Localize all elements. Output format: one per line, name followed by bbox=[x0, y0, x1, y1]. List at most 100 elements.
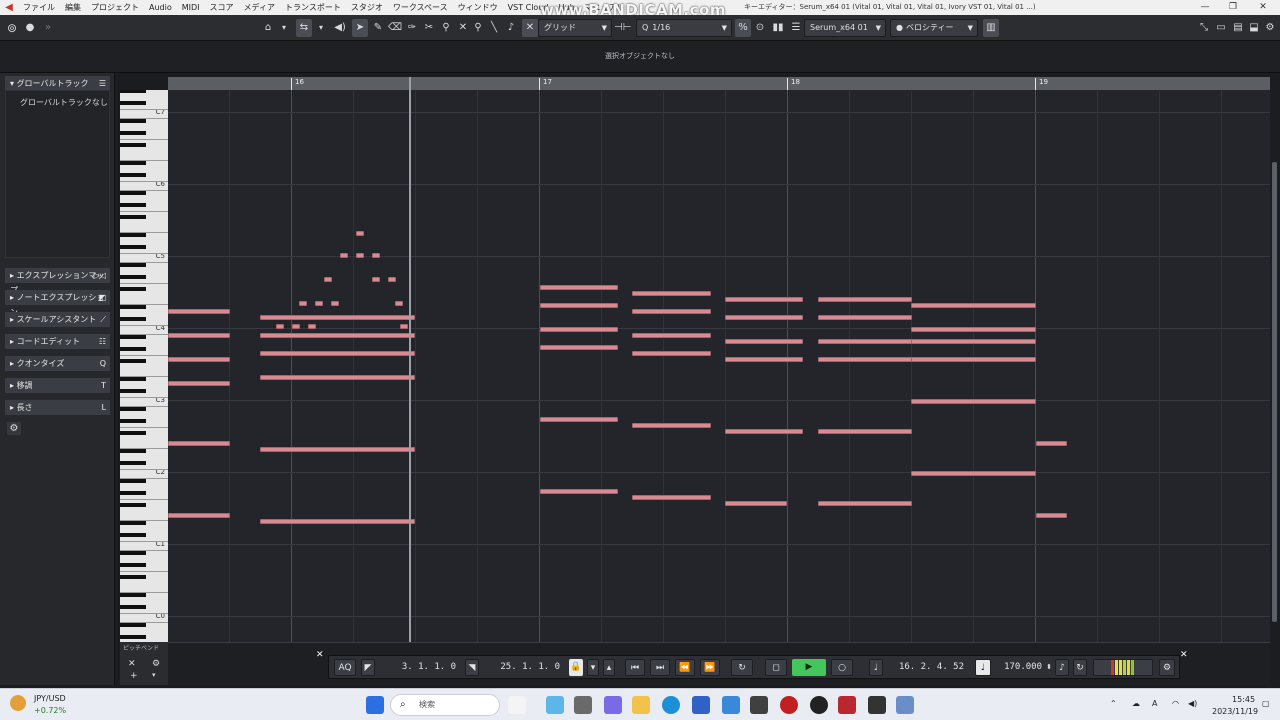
midi-note[interactable] bbox=[540, 327, 618, 332]
notification-icon[interactable]: ▢ bbox=[1262, 699, 1270, 708]
black-key[interactable] bbox=[120, 90, 146, 93]
midi-note[interactable] bbox=[292, 324, 300, 329]
midi-note[interactable] bbox=[632, 309, 711, 314]
mail-icon[interactable] bbox=[722, 696, 740, 714]
midi-note[interactable] bbox=[324, 277, 332, 282]
midi-note[interactable] bbox=[818, 339, 912, 344]
midi-note[interactable] bbox=[299, 301, 307, 306]
midi-note[interactable] bbox=[388, 277, 396, 282]
autoscroll-icon[interactable]: ⇆ bbox=[296, 19, 312, 37]
ime-icon[interactable]: A bbox=[1152, 699, 1157, 708]
tray-chevron-icon[interactable]: ⌃ bbox=[1110, 699, 1117, 708]
midi-note[interactable] bbox=[725, 357, 803, 362]
section-chord-edit[interactable]: ▸ コードエディット ☷ bbox=[5, 334, 110, 349]
set-active-part-icon[interactable]: ⊚ bbox=[4, 19, 20, 37]
expand-icon[interactable]: ⤡ bbox=[1196, 19, 1212, 37]
midi-note[interactable] bbox=[276, 324, 284, 329]
black-key[interactable] bbox=[120, 521, 146, 525]
midi-note[interactable] bbox=[308, 324, 316, 329]
midi-note[interactable] bbox=[168, 441, 230, 446]
black-key[interactable] bbox=[120, 287, 146, 291]
black-key[interactable] bbox=[120, 389, 146, 393]
solo-editor-icon[interactable]: ⌂ bbox=[260, 19, 276, 37]
menu-file[interactable]: ファイル bbox=[18, 2, 60, 13]
window-settings-icon[interactable]: ⚙ bbox=[1262, 19, 1278, 37]
midi-note[interactable] bbox=[540, 345, 618, 350]
app-icon[interactable] bbox=[750, 696, 768, 714]
iterative-quantize-icon[interactable]: % bbox=[735, 19, 751, 37]
glue-tool-icon[interactable]: ⚲ bbox=[438, 19, 454, 37]
close-transport-icon[interactable]: ✕ bbox=[316, 650, 324, 660]
midi-note[interactable] bbox=[260, 315, 415, 320]
bandicam-icon[interactable] bbox=[780, 696, 798, 714]
black-key[interactable] bbox=[120, 479, 146, 483]
right-locator-flag-icon[interactable]: ◥ bbox=[465, 659, 479, 676]
black-key[interactable] bbox=[120, 191, 146, 195]
go-to-start-icon[interactable]: ⏮ bbox=[625, 659, 645, 676]
midi-note[interactable] bbox=[356, 253, 364, 258]
black-key[interactable] bbox=[120, 275, 146, 279]
midi-note[interactable] bbox=[260, 351, 415, 356]
midi-note[interactable] bbox=[168, 513, 230, 518]
black-key[interactable] bbox=[120, 563, 146, 567]
record-icon[interactable]: ○ bbox=[831, 659, 853, 676]
midi-note[interactable] bbox=[911, 303, 1036, 308]
black-key[interactable] bbox=[120, 503, 146, 507]
play-tool-icon[interactable]: ♪ bbox=[503, 19, 519, 37]
black-key[interactable] bbox=[120, 605, 146, 609]
app-icon[interactable] bbox=[868, 696, 886, 714]
minimize-icon[interactable]: — bbox=[1192, 0, 1218, 15]
black-key[interactable] bbox=[120, 203, 146, 207]
collapse-lanes-icon[interactable]: ✕ bbox=[128, 659, 136, 669]
midi-note[interactable] bbox=[540, 417, 618, 422]
left-locator-flag-icon[interactable]: ◤ bbox=[361, 659, 375, 676]
black-key[interactable] bbox=[120, 449, 146, 453]
tempo-track-icon[interactable]: ♩ bbox=[975, 659, 991, 676]
midi-note[interactable] bbox=[911, 399, 1036, 404]
cubase-taskbar-icon[interactable] bbox=[838, 696, 856, 714]
black-key[interactable] bbox=[120, 317, 146, 321]
left-locator-value[interactable]: 3. 1. 1. 0 bbox=[379, 659, 459, 676]
app-icon[interactable] bbox=[810, 696, 828, 714]
menu-media[interactable]: メディア bbox=[239, 2, 280, 13]
midi-note[interactable] bbox=[632, 333, 711, 338]
midi-note[interactable] bbox=[632, 291, 711, 296]
store-icon[interactable] bbox=[692, 696, 710, 714]
stop-icon[interactable]: ◻ bbox=[765, 659, 787, 676]
piano-keyboard[interactable]: C7 C6 C5 C4 C3 C2 C1 C0 bbox=[120, 90, 168, 642]
midi-note[interactable] bbox=[725, 315, 803, 320]
black-key[interactable] bbox=[120, 173, 146, 177]
clock-time[interactable]: 15:45 bbox=[1232, 695, 1255, 704]
speaker-icon[interactable]: ◀) bbox=[332, 19, 348, 37]
close-icon[interactable]: ✕ bbox=[1250, 0, 1276, 15]
ticker-name[interactable]: JPY/USD bbox=[34, 694, 66, 703]
black-key[interactable] bbox=[120, 143, 146, 147]
zoom-tool-icon[interactable]: ⚲ bbox=[470, 19, 486, 37]
lane-mode-dropdown[interactable]: ● ベロシティー ▼ bbox=[890, 19, 978, 37]
midi-note[interactable] bbox=[168, 357, 230, 362]
project-cursor[interactable] bbox=[409, 77, 411, 642]
chevron-down-icon[interactable]: ▾ bbox=[313, 19, 329, 37]
section-transpose[interactable]: ▸ 移調 T bbox=[5, 378, 110, 393]
layout-info-icon[interactable]: ▤ bbox=[1230, 19, 1246, 37]
black-key[interactable] bbox=[120, 491, 146, 495]
record-dot-icon[interactable]: ● bbox=[22, 19, 38, 37]
midi-note[interactable] bbox=[372, 277, 380, 282]
midi-note[interactable] bbox=[725, 429, 803, 434]
cloud-icon[interactable]: ☁ bbox=[1132, 699, 1140, 708]
menu-studio[interactable]: スタジオ bbox=[346, 2, 388, 13]
rewind-icon[interactable]: ⏪ bbox=[675, 659, 695, 676]
snap-grid-icon[interactable]: ⊣⊢ bbox=[614, 19, 631, 37]
acoustic-feedback-icon[interactable]: » bbox=[40, 19, 56, 37]
midi-note[interactable] bbox=[632, 423, 711, 428]
menu-score[interactable]: スコア bbox=[205, 2, 239, 13]
black-key[interactable] bbox=[120, 551, 146, 555]
black-key[interactable] bbox=[120, 131, 146, 135]
volume-icon[interactable]: ◀) bbox=[1188, 699, 1197, 708]
chevron-down-icon[interactable]: ▾ bbox=[152, 671, 156, 679]
black-key[interactable] bbox=[120, 101, 146, 105]
menu-workspaces[interactable]: ワークスペース bbox=[388, 2, 453, 13]
section-note-expression[interactable]: ▸ ノートエクスプレッション◩ bbox=[5, 290, 110, 317]
black-key[interactable] bbox=[120, 575, 146, 579]
midi-note[interactable] bbox=[260, 375, 415, 380]
